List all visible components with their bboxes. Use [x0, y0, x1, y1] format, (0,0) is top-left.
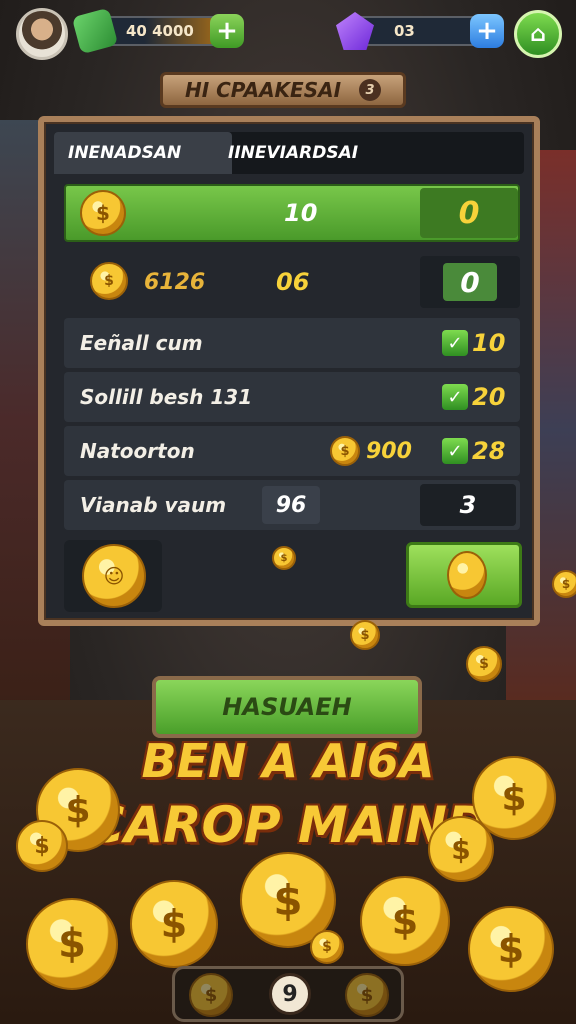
coin-row-value: 06 — [276, 268, 310, 296]
shop-icon: ⌂ — [530, 21, 546, 47]
task-row-4[interactable]: Vianab vaum 96 3 — [64, 480, 520, 530]
floating-coin-icon: $ — [272, 546, 296, 570]
add-gem-button[interactable]: + — [470, 14, 504, 48]
player-avatar[interactable] — [16, 8, 68, 60]
task-4-value: 96 — [275, 492, 307, 518]
task-3-reward: 28 — [472, 437, 506, 465]
check-icon: ✓ — [442, 438, 468, 464]
coin-icon: $ — [330, 436, 360, 466]
title-badge: 3 — [359, 79, 382, 101]
gem-value: 03 — [394, 22, 415, 40]
top-bar: 40 4000 + 03 + ⌂ — [0, 0, 576, 70]
floating-coin-icon: $ — [552, 570, 576, 598]
task-3-label: Natoorton — [80, 439, 195, 463]
cash-icon — [71, 7, 119, 55]
main-action-button[interactable]: HASUAEH — [152, 676, 422, 738]
reward-row-highlight[interactable]: $ 10 0 — [64, 184, 520, 242]
tab-second[interactable]: IINEVIARDSAI — [214, 132, 372, 174]
task-row-1[interactable]: Eeñall cum ✓ 10 — [64, 318, 520, 368]
coin-icon: $ — [130, 880, 218, 968]
coin-icon: $ — [16, 820, 68, 872]
coin-reward-box: 0 — [420, 256, 520, 308]
check-icon: ✓ — [442, 384, 468, 410]
task-4-label: Vianab vaum — [80, 493, 227, 517]
tab-first[interactable]: INENADSAN — [54, 132, 232, 174]
main-panel: INENADSAN IINEVIARDSAI $ 10 0 $ 6126 06 … — [38, 116, 540, 626]
collect-coin-icon — [447, 551, 487, 599]
task-2-reward: 20 — [472, 383, 506, 411]
gem-icon — [336, 12, 374, 50]
page-title: HI CPAAKESAI — [184, 78, 342, 102]
task-4-reward-box: 3 — [420, 484, 516, 526]
task-1-reward: 10 — [472, 329, 506, 357]
bottom-bar: $ 9 $ — [172, 966, 404, 1022]
highlight-value: 10 — [284, 199, 318, 227]
task-3-coins: 900 — [366, 438, 412, 464]
shop-button[interactable]: ⌂ — [514, 10, 562, 58]
add-cash-button[interactable]: + — [210, 14, 244, 48]
coin-icon: $ — [468, 906, 554, 992]
coin-icon: $ — [360, 876, 450, 966]
character-badge-icon: ☺ — [82, 544, 146, 608]
character-badge-box: ☺ — [64, 540, 162, 612]
task-4-reward: 3 — [459, 491, 477, 519]
task-2-label: Sollill besh 131 — [80, 385, 253, 409]
task-row-3[interactable]: Natoorton $ 900 ✓ 28 — [64, 426, 520, 476]
cash-value: 40 4000 — [126, 22, 194, 40]
floating-coin-icon: $ — [350, 620, 380, 650]
coin-icon: $ — [310, 930, 344, 964]
coin-icon: $ — [345, 973, 389, 1017]
title-banner: HI CPAAKESAI 3 — [160, 72, 406, 108]
coin-icon: $ — [26, 898, 118, 990]
task-1-label: Eeñall cum — [80, 331, 203, 355]
highlight-reward-box: 0 — [420, 188, 518, 238]
floating-coin-icon: $ — [466, 646, 502, 682]
reward-row-coins[interactable]: $ 6126 06 0 — [64, 254, 520, 310]
check-icon: ✓ — [442, 330, 468, 356]
cash-counter: 40 4000 + — [71, 7, 244, 55]
page-indicator[interactable]: 9 — [269, 973, 311, 1015]
coin-count: 6126 — [144, 269, 206, 295]
coin-icon: $ — [80, 190, 126, 236]
coin-stack-icon: $ — [90, 262, 128, 300]
collect-button[interactable] — [406, 542, 522, 608]
gem-counter: 03 + — [336, 12, 504, 50]
coin-icon: $ — [428, 816, 494, 882]
coin-icon: $ — [189, 973, 233, 1017]
coin-reward: 0 — [460, 265, 480, 299]
task-4-value-box: 96 — [262, 486, 320, 524]
reward-slot: 0 — [443, 263, 497, 301]
task-row-2[interactable]: Sollill besh 131 ✓ 20 — [64, 372, 520, 422]
highlight-reward: 0 — [458, 195, 480, 231]
tab-bar: INENADSAN IINEVIARDSAI — [54, 132, 524, 174]
